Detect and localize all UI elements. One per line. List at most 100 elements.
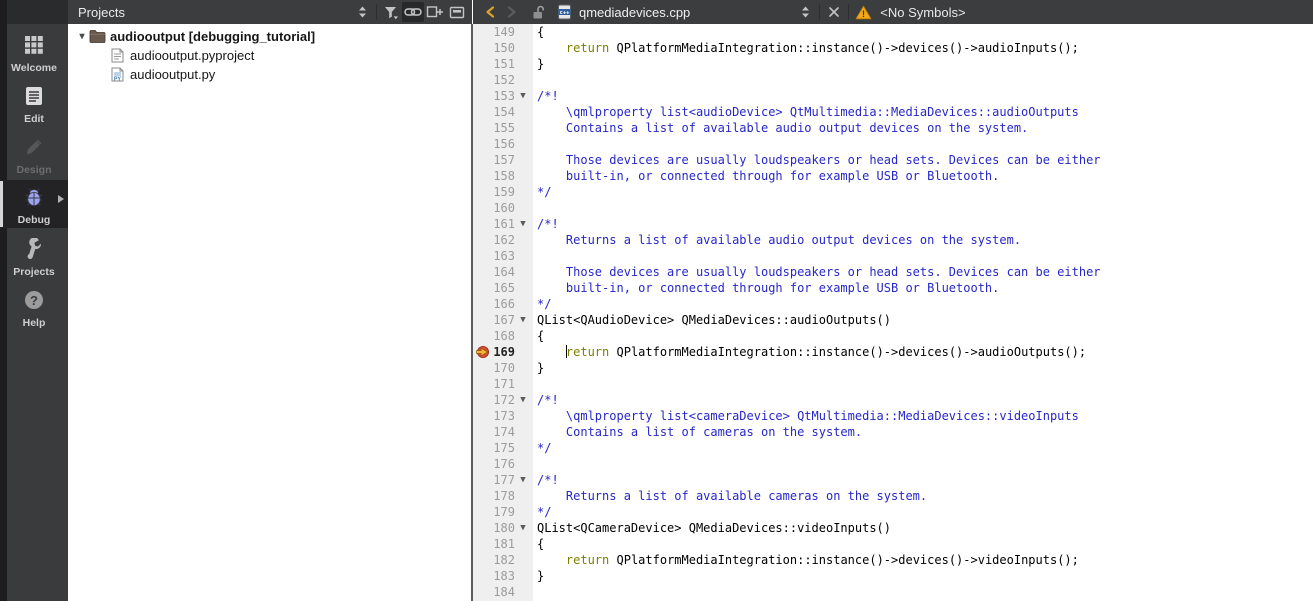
projects-panel-title[interactable]: Projects [68,5,125,20]
code-line[interactable]: 152 [473,72,1313,88]
tree-item[interactable]: audiooutput.pyproject [68,46,472,65]
fold-marker-icon[interactable]: ▼ [515,312,531,328]
code-line[interactable]: 180▼QList<QCameraDevice> QMediaDevices::… [473,520,1313,536]
breakpoint-margin[interactable] [473,568,491,584]
breakpoint-margin[interactable] [473,584,491,600]
breakpoint-margin[interactable] [473,376,491,392]
breakpoint-margin[interactable] [473,72,491,88]
tree-item[interactable]: ▾audiooutput [debugging_tutorial] [68,27,472,46]
lock-icon[interactable] [527,2,549,22]
breakpoint-margin[interactable] [473,264,491,280]
breakpoint-margin[interactable] [473,392,491,408]
chevron-right-icon[interactable] [57,194,65,204]
back-icon[interactable] [479,2,501,22]
collapse-panel-icon[interactable] [446,2,468,22]
sidebar-item-edit[interactable]: Edit [0,79,68,127]
code-editor[interactable]: 149{150 return QPlatformMediaIntegration… [473,24,1313,601]
breakpoint-margin[interactable] [473,24,491,40]
fold-marker-icon[interactable]: ▼ [515,392,531,408]
code-line[interactable]: 181{ [473,536,1313,552]
breakpoint-margin[interactable] [473,136,491,152]
split-add-icon[interactable] [424,2,446,22]
code-line[interactable]: 176 [473,456,1313,472]
code-line[interactable]: 178 Returns a list of available cameras … [473,488,1313,504]
code-line[interactable]: 169 return QPlatformMediaIntegration::in… [473,344,1313,360]
breakpoint-margin[interactable] [473,312,491,328]
breakpoint-margin[interactable] [473,408,491,424]
code-line[interactable]: 166*/ [473,296,1313,312]
breakpoint-margin[interactable] [473,536,491,552]
breakpoint-margin[interactable] [473,88,491,104]
breakpoint-margin[interactable] [473,248,491,264]
tree-item[interactable]: PYaudiooutput.py [68,65,472,84]
breakpoint-margin[interactable] [473,296,491,312]
fold-marker-icon[interactable]: ▼ [515,520,531,536]
fold-marker-icon[interactable]: ▼ [515,88,531,104]
breakpoint-margin[interactable] [473,184,491,200]
symbols-status[interactable]: <No Symbols> [880,5,965,20]
code-line[interactable]: 174 Contains a list of cameras on the sy… [473,424,1313,440]
code-line[interactable]: 165 built-in, or connected through for e… [473,280,1313,296]
code-line[interactable]: 160 [473,200,1313,216]
close-icon[interactable] [823,2,845,22]
code-line[interactable]: 151} [473,56,1313,72]
sidebar-item-help[interactable]: ?Help [0,283,68,331]
code-line[interactable]: 177▼/*! [473,472,1313,488]
code-line[interactable]: 162 Returns a list of available audio ou… [473,232,1313,248]
breakpoint-margin[interactable] [473,488,491,504]
sidebar-item-welcome[interactable]: Welcome [0,28,68,76]
breakpoint-margin[interactable] [473,504,491,520]
code-line[interactable]: 150 return QPlatformMediaIntegration::in… [473,40,1313,56]
code-line[interactable]: 171 [473,376,1313,392]
open-file-name[interactable]: qmediadevices.cpp [579,5,690,20]
code-line[interactable]: 172▼/*! [473,392,1313,408]
code-line[interactable]: 161▼/*! [473,216,1313,232]
breakpoint-margin[interactable] [473,456,491,472]
code-line[interactable]: 173 \qmlproperty list<cameraDevice> QtMu… [473,408,1313,424]
breakpoint-margin[interactable] [473,200,491,216]
breakpoint-marker-icon[interactable] [473,344,491,360]
breakpoint-margin[interactable] [473,440,491,456]
breakpoint-margin[interactable] [473,40,491,56]
fold-marker-icon[interactable]: ▼ [515,216,531,232]
breakpoint-margin[interactable] [473,216,491,232]
breakpoint-margin[interactable] [473,472,491,488]
code-line[interactable]: 157 Those devices are usually loudspeake… [473,152,1313,168]
code-line[interactable]: 163 [473,248,1313,264]
code-line[interactable]: 183} [473,568,1313,584]
fold-marker-icon[interactable]: ▼ [515,472,531,488]
breakpoint-margin[interactable] [473,424,491,440]
breakpoint-margin[interactable] [473,552,491,568]
breakpoint-margin[interactable] [473,328,491,344]
breakpoint-margin[interactable] [473,104,491,120]
code-line[interactable]: 158 built-in, or connected through for e… [473,168,1313,184]
code-line[interactable]: 164 Those devices are usually loudspeake… [473,264,1313,280]
code-line[interactable]: 156 [473,136,1313,152]
filter-icon[interactable] [380,2,402,22]
breakpoint-margin[interactable] [473,280,491,296]
code-line[interactable]: 155 Contains a list of available audio o… [473,120,1313,136]
breakpoint-margin[interactable] [473,360,491,376]
code-line[interactable]: 168{ [473,328,1313,344]
code-line[interactable]: 153▼/*! [473,88,1313,104]
code-line[interactable]: 159*/ [473,184,1313,200]
breakpoint-margin[interactable] [473,232,491,248]
breakpoint-margin[interactable] [473,56,491,72]
breakpoint-margin[interactable] [473,152,491,168]
sort-arrows-icon[interactable] [794,2,816,22]
code-line[interactable]: 149{ [473,24,1313,40]
breakpoint-margin[interactable] [473,520,491,536]
code-line[interactable]: 184 [473,584,1313,600]
code-line[interactable]: 175*/ [473,440,1313,456]
forward-icon[interactable] [501,2,523,22]
code-line[interactable]: 170} [473,360,1313,376]
breakpoint-margin[interactable] [473,168,491,184]
code-line[interactable]: 179*/ [473,504,1313,520]
sidebar-item-projects[interactable]: Projects [0,232,68,280]
sort-arrows-icon[interactable] [351,2,373,22]
link-icon[interactable] [402,2,424,22]
code-line[interactable]: 182 return QPlatformMediaIntegration::in… [473,552,1313,568]
code-line[interactable]: 154 \qmlproperty list<audioDevice> QtMul… [473,104,1313,120]
code-line[interactable]: 167▼QList<QAudioDevice> QMediaDevices::a… [473,312,1313,328]
sidebar-item-debug[interactable]: Debug [0,180,68,228]
